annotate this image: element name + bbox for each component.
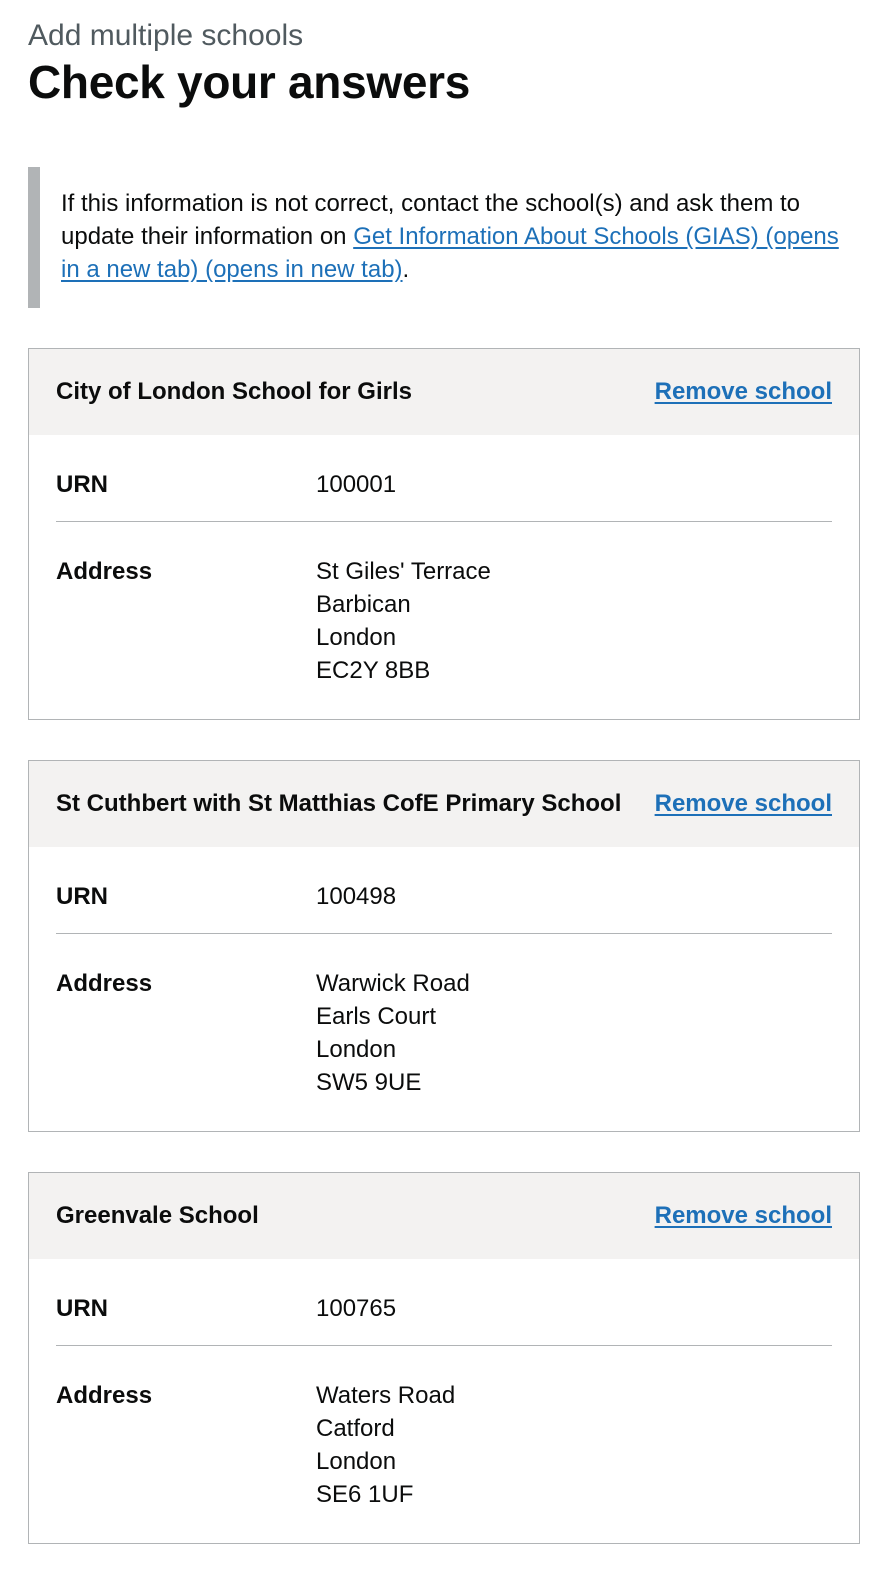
school-card: Greenvale School Remove school URN 10076… [28, 1171, 860, 1544]
school-summary-list: URN 100765 Address Waters Road Catford L… [29, 1259, 859, 1543]
urn-value: 100001 [316, 470, 397, 498]
address-line: Warwick Road [316, 969, 470, 997]
page-title: Check your answers [28, 56, 471, 108]
summary-row-address: Address Waters Road Catford London SE6 1… [56, 1346, 832, 1543]
summary-row-urn: URN 100498 [56, 847, 832, 934]
address-line: London [316, 623, 397, 651]
summary-row-address: Address St Giles' Terrace Barbican Londo… [56, 522, 832, 719]
address-line: EC2Y 8BB [316, 656, 431, 684]
address-line: SW5 9UE [316, 1068, 422, 1096]
school-card: City of London School for Girls Remove s… [28, 347, 860, 720]
urn-label: URN [56, 882, 108, 910]
inset-text: If this information is not correct, cont… [28, 166, 860, 308]
summary-row-urn: URN 100001 [56, 435, 832, 522]
school-name: St Cuthbert with St Matthias CofE Primar… [56, 789, 622, 817]
inset-text-end: . [402, 255, 410, 283]
address-line: Catford [316, 1414, 395, 1442]
remove-school-link[interactable]: Remove school [655, 1202, 832, 1230]
page-caption: Add multiple schools [28, 19, 304, 52]
address-value: Waters Road Catford London SE6 1UF [316, 1379, 832, 1511]
address-line: Waters Road [316, 1381, 456, 1409]
school-summary-list: URN 100001 Address St Giles' Terrace Bar… [29, 435, 859, 719]
main-content: Add multiple schools Check your answers … [28, 18, 860, 1544]
school-name: City of London School for Girls [56, 377, 412, 405]
address-label: Address [56, 557, 153, 585]
remove-school-link[interactable]: Remove school [655, 378, 832, 406]
address-line: Earls Court [316, 1002, 437, 1030]
address-line: Barbican [316, 590, 411, 618]
address-line: London [316, 1447, 397, 1475]
school-summary-list: URN 100498 Address Warwick Road Earls Co… [29, 847, 859, 1131]
address-value: St Giles' Terrace Barbican London EC2Y 8… [316, 555, 832, 687]
address-value: Warwick Road Earls Court London SW5 9UE [316, 967, 832, 1099]
address-line: St Giles' Terrace [316, 557, 491, 585]
address-label: Address [56, 969, 153, 997]
school-card: St Cuthbert with St Matthias CofE Primar… [28, 759, 860, 1132]
summary-row-urn: URN 100765 [56, 1259, 832, 1346]
address-label: Address [56, 1381, 153, 1409]
address-line: London [316, 1035, 397, 1063]
urn-value: 100765 [316, 1294, 397, 1322]
school-card-header: St Cuthbert with St Matthias CofE Primar… [29, 760, 859, 847]
urn-value: 100498 [316, 882, 397, 910]
urn-label: URN [56, 1294, 108, 1322]
address-line: SE6 1UF [316, 1480, 414, 1508]
remove-school-link[interactable]: Remove school [655, 790, 832, 818]
school-name: Greenvale School [56, 1201, 259, 1229]
school-card-header: City of London School for Girls Remove s… [29, 348, 859, 435]
summary-row-address: Address Warwick Road Earls Court London … [56, 934, 832, 1131]
urn-label: URN [56, 470, 108, 498]
school-card-header: Greenvale School Remove school [29, 1172, 859, 1259]
